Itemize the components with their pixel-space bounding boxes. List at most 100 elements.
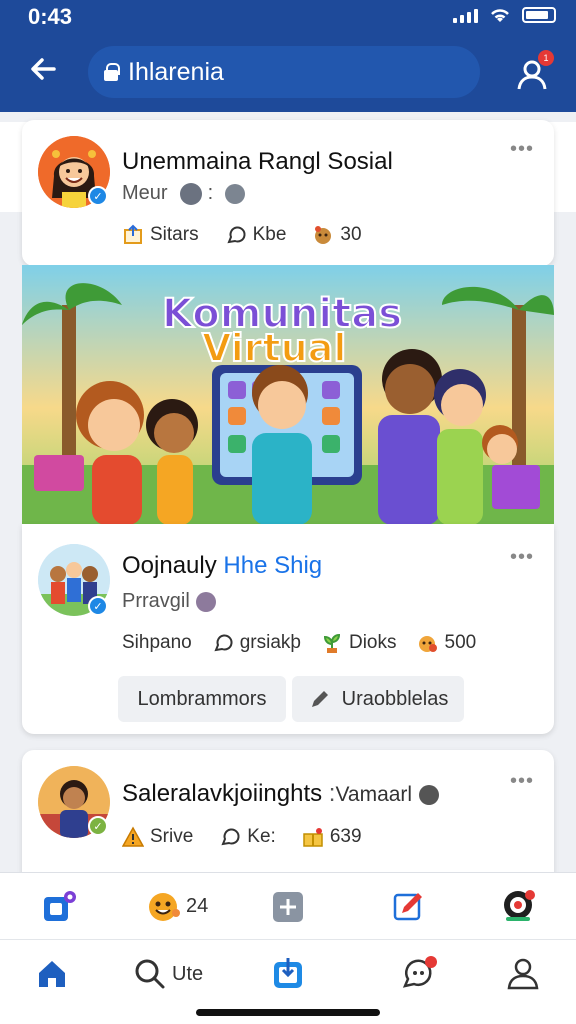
- tab-profile[interactable]: [506, 956, 540, 990]
- author-name-highlight[interactable]: Hhe Shig: [223, 552, 322, 579]
- user-icon-button[interactable]: 1: [514, 50, 554, 92]
- tab-search[interactable]: Ute: [134, 958, 203, 990]
- separator-dots: :: [207, 182, 214, 204]
- post-button-primary-label: Lombrammors: [137, 687, 267, 710]
- audience-icon: [225, 183, 246, 204]
- more-options-icon[interactable]: •••: [510, 138, 534, 161]
- home-indicator[interactable]: [196, 1009, 380, 1016]
- verified-icon: ✓: [88, 596, 108, 616]
- top-app-bar: 0:43 Ihlarenia 1: [0, 0, 576, 112]
- audience-icon: [195, 591, 216, 612]
- post-author-name[interactable]: Saleralavkjoiinghts :Vamaarl: [122, 780, 439, 808]
- tab-add[interactable]: [272, 891, 304, 923]
- post-subtitle: Prravgil: [122, 590, 216, 613]
- post-subtitle-text: Meur: [122, 182, 168, 204]
- banner-title-line2: Virtual: [202, 326, 346, 370]
- bottom-navigation: Ute: [0, 940, 576, 1024]
- post-actions: Sitars Kbe 30: [122, 224, 362, 246]
- profile-icon: [507, 958, 539, 990]
- feed-icon: [44, 891, 76, 921]
- comment-label: Kbe: [252, 224, 287, 245]
- globe-icon: [179, 182, 202, 205]
- post-card[interactable]: ✓ Oojnauly Hhe Shig Prravgil ••• Sihpano…: [22, 524, 554, 734]
- author-name-primary: Oojnauly: [122, 552, 217, 579]
- post-button-primary[interactable]: Lombrammors: [118, 676, 286, 722]
- reaction-icon: [418, 636, 437, 652]
- comment-icon: [221, 828, 240, 846]
- plant-action[interactable]: Dioks: [321, 632, 397, 654]
- feed[interactable]: ✓ Unemmaina Rangl Sosial Meur : ••• Sita…: [0, 112, 576, 872]
- comment-action[interactable]: Kbe: [225, 224, 287, 246]
- app-title: Ihlarenia: [128, 57, 224, 86]
- plant-icon: [323, 633, 340, 653]
- secondary-tab-bar: 24: [0, 872, 576, 940]
- emoji-icon: [149, 893, 180, 921]
- warning-icon: [122, 826, 144, 847]
- post-card[interactable]: ✓ Saleralavkjoiinghts :Vamaarl ••• Srive…: [22, 750, 554, 872]
- add-icon: [273, 892, 303, 922]
- share-icon: [124, 224, 142, 244]
- tab-target[interactable]: [500, 887, 538, 925]
- post-button-secondary-label: Uraobblelas: [341, 687, 449, 710]
- post-actions: Srive Ke: 639: [122, 826, 362, 848]
- upload-icon: [274, 958, 302, 988]
- tab-edit[interactable]: [392, 889, 426, 923]
- post-button-secondary[interactable]: Uraobblelas: [292, 676, 464, 722]
- warning-label: Srive: [150, 826, 194, 847]
- notification-badge: 1: [538, 50, 554, 66]
- share-label: Sihpano: [122, 632, 192, 653]
- post-author-name[interactable]: Unemmaina Rangl Sosial: [122, 148, 393, 176]
- post-actions: Sihpano grsiakþ Dioks 500: [122, 632, 476, 654]
- battery-icon: [522, 7, 556, 23]
- search-icon: [135, 959, 165, 989]
- share-action[interactable]: Sihpano: [122, 632, 192, 654]
- post-subtitle-text: Prravgil: [122, 590, 190, 612]
- lock-icon: [104, 63, 120, 81]
- status-icons: [453, 6, 556, 24]
- plant-label: Dioks: [348, 632, 397, 653]
- target-icon: [504, 890, 535, 921]
- pencil-icon: [311, 691, 328, 707]
- reaction-count: 30: [340, 224, 362, 245]
- tab-feed[interactable]: [42, 891, 76, 925]
- post-author-name[interactable]: Oojnauly Hhe Shig: [122, 552, 322, 580]
- tab-home[interactable]: [36, 958, 68, 990]
- reaction-icon: [315, 226, 332, 244]
- tab-chat[interactable]: [400, 956, 438, 992]
- signal-icon: [453, 7, 478, 23]
- gift-count: 639: [329, 826, 362, 847]
- reaction-count: 500: [444, 632, 477, 653]
- comment-icon: [214, 634, 233, 652]
- edit-icon: [393, 893, 422, 921]
- post-card[interactable]: ✓ Unemmaina Rangl Sosial Meur : ••• Sita…: [22, 120, 554, 266]
- share-label: Sitars: [150, 224, 199, 245]
- comment-label: grsiakþ: [239, 632, 301, 653]
- back-arrow-icon[interactable]: [26, 52, 60, 86]
- warning-action[interactable]: Srive: [122, 826, 193, 848]
- verified-icon: ✓: [88, 816, 108, 836]
- banner-illustration: Komunitas Virtual: [22, 265, 554, 525]
- author-name-suffix: Vamaarl: [335, 783, 413, 806]
- gift-icon: [303, 828, 323, 847]
- comment-action[interactable]: grsiakþ: [212, 632, 301, 654]
- comment-action[interactable]: Ke:: [219, 826, 276, 848]
- reaction-action[interactable]: 500: [417, 632, 477, 654]
- title-pill[interactable]: Ihlarenia: [88, 46, 480, 98]
- more-options-icon[interactable]: •••: [510, 770, 534, 793]
- tab-upload[interactable]: [272, 956, 306, 990]
- author-name-primary: Saleralavkjoiinghts: [122, 780, 323, 807]
- status-bar: 0:43: [0, 0, 576, 34]
- status-time: 0:43: [28, 4, 73, 29]
- tab-search-label: Ute: [172, 962, 204, 985]
- home-icon: [39, 961, 65, 987]
- wifi-icon: [491, 9, 509, 22]
- community-banner-image[interactable]: Komunitas Virtual: [22, 265, 554, 525]
- reaction-action[interactable]: 30: [312, 224, 362, 246]
- tab-emoji-count: 24: [186, 894, 209, 917]
- gift-action[interactable]: 639: [302, 826, 362, 848]
- comment-icon: [226, 226, 246, 244]
- more-options-icon[interactable]: •••: [510, 546, 534, 569]
- verified-icon: ✓: [88, 186, 108, 206]
- share-action[interactable]: Sitars: [122, 224, 199, 246]
- tab-emoji[interactable]: 24: [146, 889, 208, 923]
